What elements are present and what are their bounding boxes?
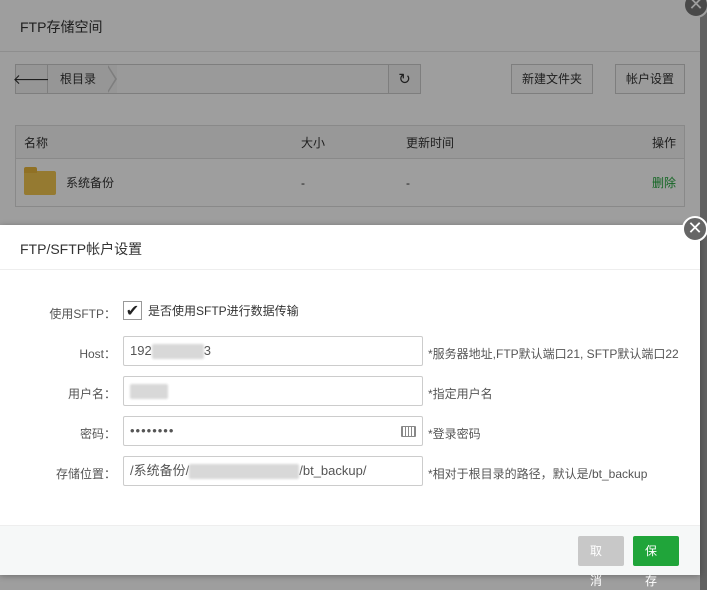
save-button[interactable]: 保存	[633, 536, 679, 588]
close-icon: ✕	[687, 218, 703, 238]
host-label: Host：	[79, 347, 116, 361]
storage-hint: *相对于根目录的路径，默认是/bt_backup	[428, 467, 648, 481]
storage-row: 存储位置： /系统备份/ /bt_backup/ *相对于根目录的路径，默认是/b…	[0, 456, 700, 496]
dialog-footer: 取消 保存	[0, 525, 700, 588]
username-label: 用户名：	[67, 387, 116, 401]
redacted-text	[189, 464, 300, 480]
keyboard-icon[interactable]	[401, 426, 416, 437]
sftp-checkbox-group[interactable]: ✔ 是否使用SFTP进行数据传输	[123, 301, 299, 320]
dialog-title: FTP/SFTP帐户设置	[0, 225, 700, 270]
username-row: 用户名： *指定用户名	[0, 376, 700, 416]
checkmark-icon: ✔	[125, 302, 140, 320]
password-hint: *登录密码	[428, 427, 481, 441]
ftp-account-settings-dialog: FTP/SFTP帐户设置 ✕ 使用SFTP： ✔ 是否使用SFTP进行数据传输 …	[0, 216, 707, 588]
host-hint: *服务器地址,FTP默认端口21, SFTP默认端口22	[428, 347, 679, 361]
password-label: 密码：	[79, 427, 116, 441]
storage-input[interactable]: /系统备份/ /bt_backup/	[123, 456, 423, 486]
storage-label: 存储位置：	[55, 467, 116, 481]
dialog-close-button[interactable]: ✕	[682, 216, 707, 242]
host-row: Host： 192 3 *服务器地址,FTP默认端口21, SFTP默认端口22	[0, 336, 700, 376]
sftp-row: 使用SFTP： ✔ 是否使用SFTP进行数据传输	[0, 296, 700, 336]
redacted-text	[151, 344, 204, 360]
password-input[interactable]: ••••••••	[123, 416, 423, 446]
storage-value-suffix: /bt_backup/	[299, 463, 367, 478]
host-value-prefix: 192	[130, 343, 152, 358]
sftp-checkbox[interactable]: ✔	[123, 301, 142, 320]
redacted-text	[130, 384, 168, 400]
storage-value-prefix: /系统备份/	[130, 463, 190, 478]
password-value: ••••••••	[130, 423, 175, 438]
host-value-suffix: 3	[203, 343, 211, 358]
sftp-checkbox-text[interactable]: 是否使用SFTP进行数据传输	[148, 302, 299, 319]
password-row: 密码： •••••••• *登录密码	[0, 416, 700, 456]
username-hint: *指定用户名	[428, 387, 493, 401]
host-input[interactable]: 192 3	[123, 336, 423, 366]
username-input[interactable]	[123, 376, 423, 406]
cancel-button[interactable]: 取消	[578, 536, 624, 588]
account-form: 使用SFTP： ✔ 是否使用SFTP进行数据传输 Host： 192 3 *服务器…	[0, 296, 700, 496]
sftp-label: 使用SFTP：	[49, 307, 116, 321]
